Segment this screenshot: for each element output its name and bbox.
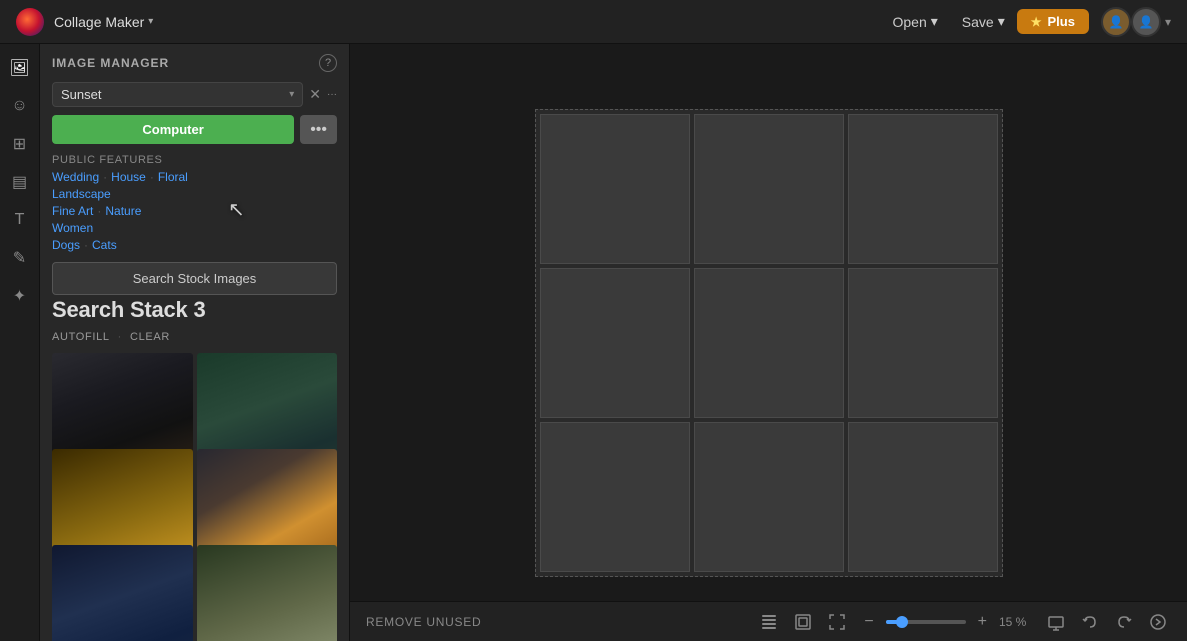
next-icon <box>1149 613 1167 631</box>
category-links-4: Women <box>52 221 337 235</box>
category-links-3: Fine Art · Nature <box>52 204 337 218</box>
cat-landscape[interactable]: Landscape <box>52 187 111 201</box>
save-button[interactable]: Save ▾ <box>950 9 1017 34</box>
frame-icon <box>794 613 812 631</box>
source-select[interactable]: Sunset ▾ <box>52 82 303 107</box>
next-button[interactable] <box>1145 609 1171 635</box>
collage-cell-8[interactable] <box>694 422 844 572</box>
computer-button[interactable]: Computer <box>52 115 294 144</box>
layers-icon <box>760 613 778 631</box>
redo-button[interactable] <box>1111 609 1137 635</box>
computer-row: Computer ••• <box>40 111 349 148</box>
collage-grid[interactable] <box>535 109 1003 577</box>
source-row: Sunset ▾ ✕ ··· <box>40 78 349 111</box>
category-links: Wedding · House · Floral <box>52 170 337 184</box>
zoom-controls: − + 15 % <box>858 611 1035 633</box>
category-links-2: Landscape <box>52 187 337 201</box>
panel-image-grid <box>40 349 349 641</box>
plus-button[interactable]: ★ Plus <box>1017 9 1089 34</box>
panel-title: IMAGE MANAGER <box>52 56 169 70</box>
zoom-out-button[interactable]: − <box>858 611 879 633</box>
sidebar-item-background[interactable]: ▤ <box>4 166 36 198</box>
expand-icon-button[interactable] <box>824 609 850 635</box>
undo-button[interactable] <box>1077 609 1103 635</box>
panel-header: IMAGE MANAGER ? <box>40 44 349 78</box>
bottom-bar: REMOVE UNUSED <box>350 601 1187 641</box>
collage-cell-4[interactable] <box>540 268 690 418</box>
more-options-button[interactable]: ••• <box>300 115 337 144</box>
sidebar-item-effects[interactable]: ✦ <box>4 280 36 312</box>
zoom-slider-thumb <box>896 616 908 628</box>
search-stack-label: Search Stack 3 <box>40 297 349 329</box>
sidebar-item-images[interactable]: 🖼 <box>4 52 36 84</box>
avatar-1[interactable]: 👤 <box>1101 7 1131 37</box>
cat-cats[interactable]: Cats <box>92 238 117 252</box>
star-icon: ★ <box>1031 15 1042 29</box>
action-row: AUTOFILL · CLEAR <box>40 329 349 349</box>
category-links-5: Dogs · Cats <box>52 238 337 252</box>
layers-icon-button[interactable] <box>756 609 782 635</box>
icon-bar: 🖼 ☺ ⊞ ▤ T ✎ ✦ <box>0 44 40 641</box>
collage-cell-7[interactable] <box>540 422 690 572</box>
cat-fine-art[interactable]: Fine Art <box>52 204 93 218</box>
zoom-slider[interactable] <box>886 620 966 624</box>
frame-icon-button[interactable] <box>790 609 816 635</box>
clear-button[interactable]: CLEAR <box>130 331 170 343</box>
cat-house[interactable]: House <box>111 170 146 184</box>
source-dots-btn[interactable]: ··· <box>327 89 337 100</box>
cat-nature[interactable]: Nature <box>105 204 141 218</box>
avatar-chevron[interactable]: ▾ <box>1165 15 1171 29</box>
sidebar-item-stickers[interactable]: ☺ <box>4 90 36 122</box>
collage-cell-9[interactable] <box>848 422 998 572</box>
public-features-label: PUBLIC FEATURES <box>52 154 337 166</box>
save-chevron-icon: ▾ <box>998 13 1005 30</box>
avatar-group: 👤 👤 ▾ <box>1101 7 1171 37</box>
avatar-2[interactable]: 👤 <box>1131 7 1161 37</box>
source-clear-icon[interactable]: ✕ <box>309 86 321 103</box>
redo-icon <box>1115 613 1133 631</box>
collage-cell-1[interactable] <box>540 114 690 264</box>
app-name-chevron[interactable]: ▾ <box>148 16 153 27</box>
image-manager-panel: IMAGE MANAGER ? Sunset ▾ ✕ ··· Computer … <box>40 44 350 641</box>
app-name: Collage Maker <box>54 14 144 30</box>
cat-wedding[interactable]: Wedding <box>52 170 99 184</box>
sidebar-item-text[interactable]: T <box>4 204 36 236</box>
open-button[interactable]: Open ▾ <box>881 9 950 34</box>
sidebar-item-layout[interactable]: ⊞ <box>4 128 36 160</box>
collage-cell-3[interactable] <box>848 114 998 264</box>
main-canvas-area: REMOVE UNUSED <box>350 44 1187 641</box>
undo-icon <box>1081 613 1099 631</box>
search-stock-section: Search Stock Images <box>40 254 349 297</box>
zoom-in-button[interactable]: + <box>972 611 993 633</box>
collage-cell-6[interactable] <box>848 268 998 418</box>
search-stock-button[interactable]: Search Stock Images <box>52 262 337 295</box>
cat-floral[interactable]: Floral <box>158 170 188 184</box>
thumbnail-river[interactable] <box>52 545 193 641</box>
fit-screen-button[interactable] <box>1043 609 1069 635</box>
collage-cell-5[interactable] <box>694 268 844 418</box>
source-chevron-icon: ▾ <box>289 89 294 100</box>
zoom-percent: 15 % <box>999 615 1035 629</box>
remove-unused-button[interactable]: REMOVE UNUSED <box>366 615 481 629</box>
cat-dogs[interactable]: Dogs <box>52 238 80 252</box>
cat-women[interactable]: Women <box>52 221 93 235</box>
help-icon[interactable]: ? <box>319 54 337 72</box>
fit-screen-icon <box>1047 613 1065 631</box>
collage-cell-2[interactable] <box>694 114 844 264</box>
thumbnail-daisy[interactable] <box>197 545 338 641</box>
body-layout: 🖼 ☺ ⊞ ▤ T ✎ ✦ IMAGE MANAGER ? Sunset ▾ ✕… <box>0 44 1187 641</box>
sidebar-item-draw[interactable]: ✎ <box>4 242 36 274</box>
open-chevron-icon: ▾ <box>931 13 938 30</box>
categories-section: PUBLIC FEATURES Wedding · House · Floral… <box>40 148 349 254</box>
canvas-wrapper[interactable] <box>535 109 1003 577</box>
topbar: Collage Maker ▾ Open ▾ Save ▾ ★ Plus 👤 👤… <box>0 0 1187 44</box>
autofill-button[interactable]: AUTOFILL <box>52 331 110 343</box>
app-logo <box>16 8 44 36</box>
expand-icon <box>828 613 846 631</box>
